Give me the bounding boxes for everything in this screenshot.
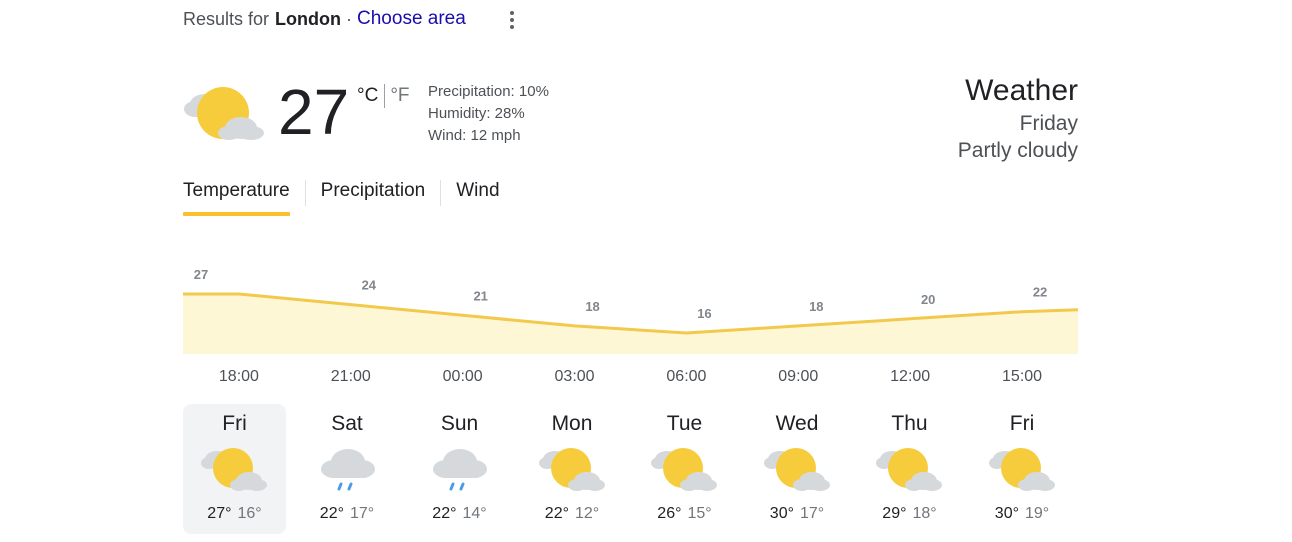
results-header: Results for London · Choose area xyxy=(183,6,466,32)
partly-cloudy-icon xyxy=(876,446,944,496)
forecast-temps: 27° 16° xyxy=(183,505,286,523)
forecast-temps: 30° 17° xyxy=(746,505,849,523)
tab-divider xyxy=(304,180,306,206)
forecast-day[interactable]: Mon 22° 12° xyxy=(521,404,624,534)
hour-label: 18:00 xyxy=(218,368,259,385)
chart-value-label: 20 xyxy=(921,292,935,307)
rain-icon xyxy=(426,446,494,496)
forecast-low: 14° xyxy=(462,505,487,522)
more-options-icon[interactable] xyxy=(501,7,523,33)
forecast-low: 17° xyxy=(800,505,825,522)
metric-tabs: Temperature Precipitation Wind xyxy=(183,176,500,218)
partly-cloudy-icon xyxy=(988,446,1057,496)
chart-value-label: 22 xyxy=(1033,285,1047,300)
tab-precipitation[interactable]: Precipitation xyxy=(321,176,426,212)
forecast-day-name: Sun xyxy=(440,412,479,435)
forecast-low: 12° xyxy=(575,505,600,522)
chart-value-label: 27 xyxy=(194,267,208,282)
forecast-high: 22° xyxy=(544,505,569,522)
wind-text: Wind: 12 mph xyxy=(428,127,521,144)
chart-value-label: 16 xyxy=(697,306,711,321)
forecast-low: 17° xyxy=(350,505,375,522)
partly-cloudy-icon xyxy=(538,446,607,496)
daily-forecast: Fri 27° 16° Sat 22° 17° Sun 22° 14° Mon 22°… xyxy=(183,404,1088,534)
forecast-day[interactable]: Sun 22° 14° xyxy=(408,404,511,534)
forecast-day-name: Mon xyxy=(551,412,593,435)
celsius-button[interactable]: °C xyxy=(357,85,378,107)
forecast-day[interactable]: Sat 22° 17° xyxy=(296,404,399,534)
weather-title: Weather xyxy=(965,74,1078,107)
forecast-high: 30° xyxy=(769,505,794,522)
hour-label: 09:00 xyxy=(778,368,819,385)
tab-temperature[interactable]: Temperature xyxy=(183,176,290,216)
forecast-day[interactable]: Fri 27° 16° xyxy=(183,404,286,534)
chart-value-label: 24 xyxy=(362,278,377,293)
forecast-day[interactable]: Fri 30° 19° xyxy=(971,404,1074,534)
weather-details: Precipitation: 10% Humidity: 28% Wind: 1… xyxy=(428,81,549,147)
partly-cloudy-icon xyxy=(183,82,265,144)
forecast-high: 29° xyxy=(882,505,907,522)
forecast-high: 26° xyxy=(657,505,682,522)
humidity-text: Humidity: 28% xyxy=(428,105,525,122)
choose-area-link[interactable]: Choose area xyxy=(357,8,466,30)
forecast-day[interactable]: Wed 30° 17° xyxy=(746,404,849,534)
forecast-low: 16° xyxy=(237,505,262,522)
forecast-day-name: Fri xyxy=(1009,412,1035,435)
weather-condition: Partly cloudy xyxy=(957,139,1078,162)
rain-icon xyxy=(314,446,382,496)
forecast-temps: 22° 17° xyxy=(296,505,399,523)
current-temperature: 27 xyxy=(278,76,350,148)
hour-label: 21:00 xyxy=(330,368,371,385)
forecast-day-name: Sat xyxy=(331,412,363,435)
unit-toggle: °C °F xyxy=(357,84,410,108)
precipitation-text: Precipitation: 10% xyxy=(428,83,549,100)
temperature-chart: 27 24 21 18 16 18 20 22 xyxy=(183,267,1078,354)
forecast-low: 19° xyxy=(1025,505,1050,522)
forecast-high: 22° xyxy=(432,505,457,522)
unit-divider xyxy=(384,84,386,108)
separator-dot: · xyxy=(346,8,353,29)
hour-label: 03:00 xyxy=(554,368,595,385)
forecast-day-name: Wed xyxy=(775,412,819,435)
weather-day: Friday xyxy=(1019,112,1078,135)
chart-value-label: 18 xyxy=(809,299,823,314)
forecast-temps: 22° 14° xyxy=(408,505,511,523)
hour-label: 15:00 xyxy=(1002,368,1043,385)
chart-area xyxy=(183,294,1078,354)
forecast-day[interactable]: Tue 26° 15° xyxy=(633,404,736,534)
forecast-low: 18° xyxy=(912,505,937,522)
partly-cloudy-icon xyxy=(651,446,719,496)
location-name: London xyxy=(275,8,342,29)
tab-wind[interactable]: Wind xyxy=(456,176,499,212)
forecast-low: 15° xyxy=(687,505,712,522)
chart-value-label: 18 xyxy=(585,299,599,314)
partly-cloudy-icon xyxy=(201,446,269,496)
forecast-high: 22° xyxy=(319,505,344,522)
forecast-high: 30° xyxy=(994,505,1019,522)
forecast-temps: 30° 19° xyxy=(971,505,1074,523)
forecast-temps: 22° 12° xyxy=(521,505,624,523)
forecast-temps: 26° 15° xyxy=(633,505,736,523)
forecast-temps: 29° 18° xyxy=(858,505,961,523)
hour-axis: 18:00 21:00 00:00 03:00 06:00 09:00 12:00 15:00 xyxy=(183,368,1078,390)
fahrenheit-button[interactable]: °F xyxy=(390,85,409,107)
tab-divider xyxy=(440,180,442,206)
forecast-high: 27° xyxy=(207,505,232,522)
partly-cloudy-icon xyxy=(763,446,832,496)
hour-label: 12:00 xyxy=(890,368,931,385)
forecast-day-name: Tue xyxy=(666,412,703,435)
hour-label: 06:00 xyxy=(666,368,707,385)
hour-label: 00:00 xyxy=(442,368,483,385)
chart-value-label: 21 xyxy=(473,288,487,303)
forecast-day-name: Fri xyxy=(222,412,247,435)
results-prefix: Results for xyxy=(183,8,270,29)
forecast-day-name: Thu xyxy=(891,412,928,435)
weather-summary: Weather Friday Partly cloudy xyxy=(958,72,1078,164)
forecast-day[interactable]: Thu 29° 18° xyxy=(858,404,961,534)
